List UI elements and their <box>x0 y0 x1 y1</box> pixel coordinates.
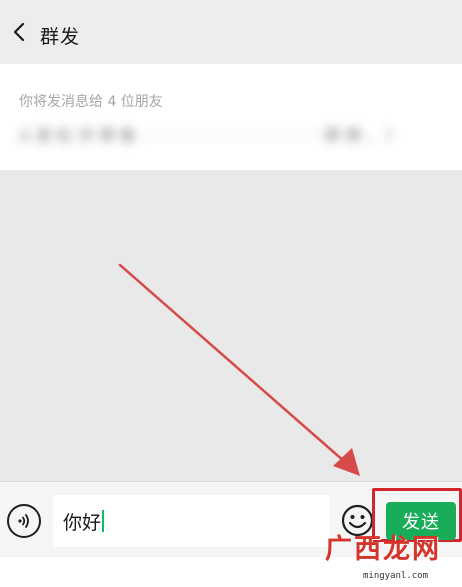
recipients-count: 你将发消息给 4 位朋友 <box>19 94 163 110</box>
recipients-names: A 潇 松 洋 博 春 · · · · · · · · · · · · · · … <box>19 126 391 145</box>
voice-icon <box>18 514 29 528</box>
voice-button[interactable] <box>7 504 41 538</box>
watermark-url: mingyanl.com <box>363 571 429 581</box>
watermark-logo: 广西龙网 <box>325 534 441 565</box>
top-bar: 群发 <box>0 0 462 64</box>
watermark: 广西龙网 mingyanl.com <box>325 527 462 587</box>
message-text: 你好 <box>63 511 102 534</box>
chevron-left-icon[interactable] <box>8 20 32 44</box>
text-caret <box>102 510 105 532</box>
recipients-card: 你将发消息给 4 位朋友 A 潇 松 洋 博 春 · · · · · · · ·… <box>0 64 462 170</box>
message-input[interactable]: 你好 <box>53 495 330 547</box>
page-title: 群发 <box>40 26 81 48</box>
